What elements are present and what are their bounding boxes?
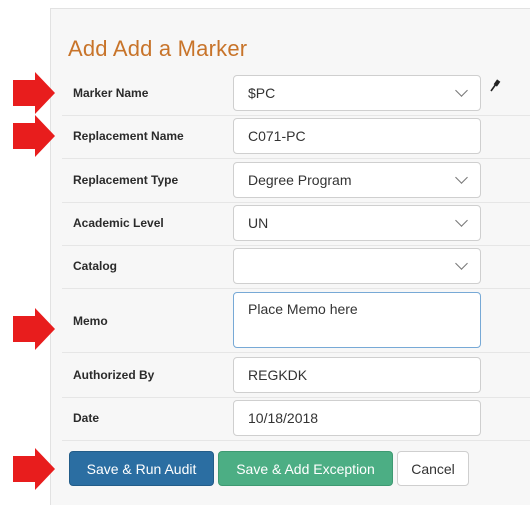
red-arrow-icon: [13, 308, 55, 350]
replacement-type-value: Degree Program: [248, 172, 352, 188]
red-arrow-icon: [13, 448, 55, 490]
chevron-down-icon: [455, 171, 468, 184]
row-divider: [62, 245, 530, 246]
memo-label: Memo: [73, 314, 108, 328]
row-divider: [62, 440, 530, 441]
red-arrow-icon: [13, 72, 55, 114]
authorized-by-input[interactable]: REGKDK: [233, 357, 481, 393]
date-input[interactable]: 10/18/2018: [233, 400, 481, 436]
replacement-name-value: C071-PC: [248, 128, 306, 144]
academic-level-select[interactable]: UN: [233, 205, 481, 241]
memo-value: Place Memo here: [248, 301, 358, 317]
chevron-down-icon: [455, 84, 468, 97]
catalog-select[interactable]: [233, 248, 481, 284]
red-arrow-icon: [13, 115, 55, 157]
save-run-audit-button[interactable]: Save & Run Audit: [69, 451, 214, 486]
cancel-button[interactable]: Cancel: [397, 451, 469, 486]
date-value: 10/18/2018: [248, 410, 319, 426]
catalog-label: Catalog: [73, 259, 118, 273]
marker-name-label: Marker Name: [73, 86, 149, 100]
marker-name-value: $PC: [248, 85, 276, 101]
replacement-type-label: Replacement Type: [73, 173, 179, 187]
chevron-down-icon: [455, 257, 468, 270]
academic-level-value: UN: [248, 215, 269, 231]
academic-level-label: Academic Level: [73, 216, 164, 230]
row-divider: [62, 158, 530, 159]
row-divider: [62, 288, 530, 289]
replacement-name-label: Replacement Name: [73, 129, 184, 143]
memo-textarea[interactable]: Place Memo here: [233, 292, 481, 348]
chevron-down-icon: [455, 214, 468, 227]
replacement-name-input[interactable]: C071-PC: [233, 118, 481, 154]
pushpin-icon[interactable]: [489, 79, 501, 93]
row-divider: [62, 352, 530, 353]
authorized-by-label: Authorized By: [73, 368, 155, 382]
replacement-type-select[interactable]: Degree Program: [233, 162, 481, 198]
row-divider: [62, 202, 530, 203]
row-divider: [62, 115, 530, 116]
date-label: Date: [73, 411, 100, 425]
save-add-exception-button[interactable]: Save & Add Exception: [218, 451, 393, 486]
marker-name-select[interactable]: $PC: [233, 75, 481, 111]
form-title: Add Add a Marker: [68, 36, 248, 61]
authorized-by-value: REGKDK: [248, 367, 308, 383]
row-divider: [62, 397, 530, 398]
